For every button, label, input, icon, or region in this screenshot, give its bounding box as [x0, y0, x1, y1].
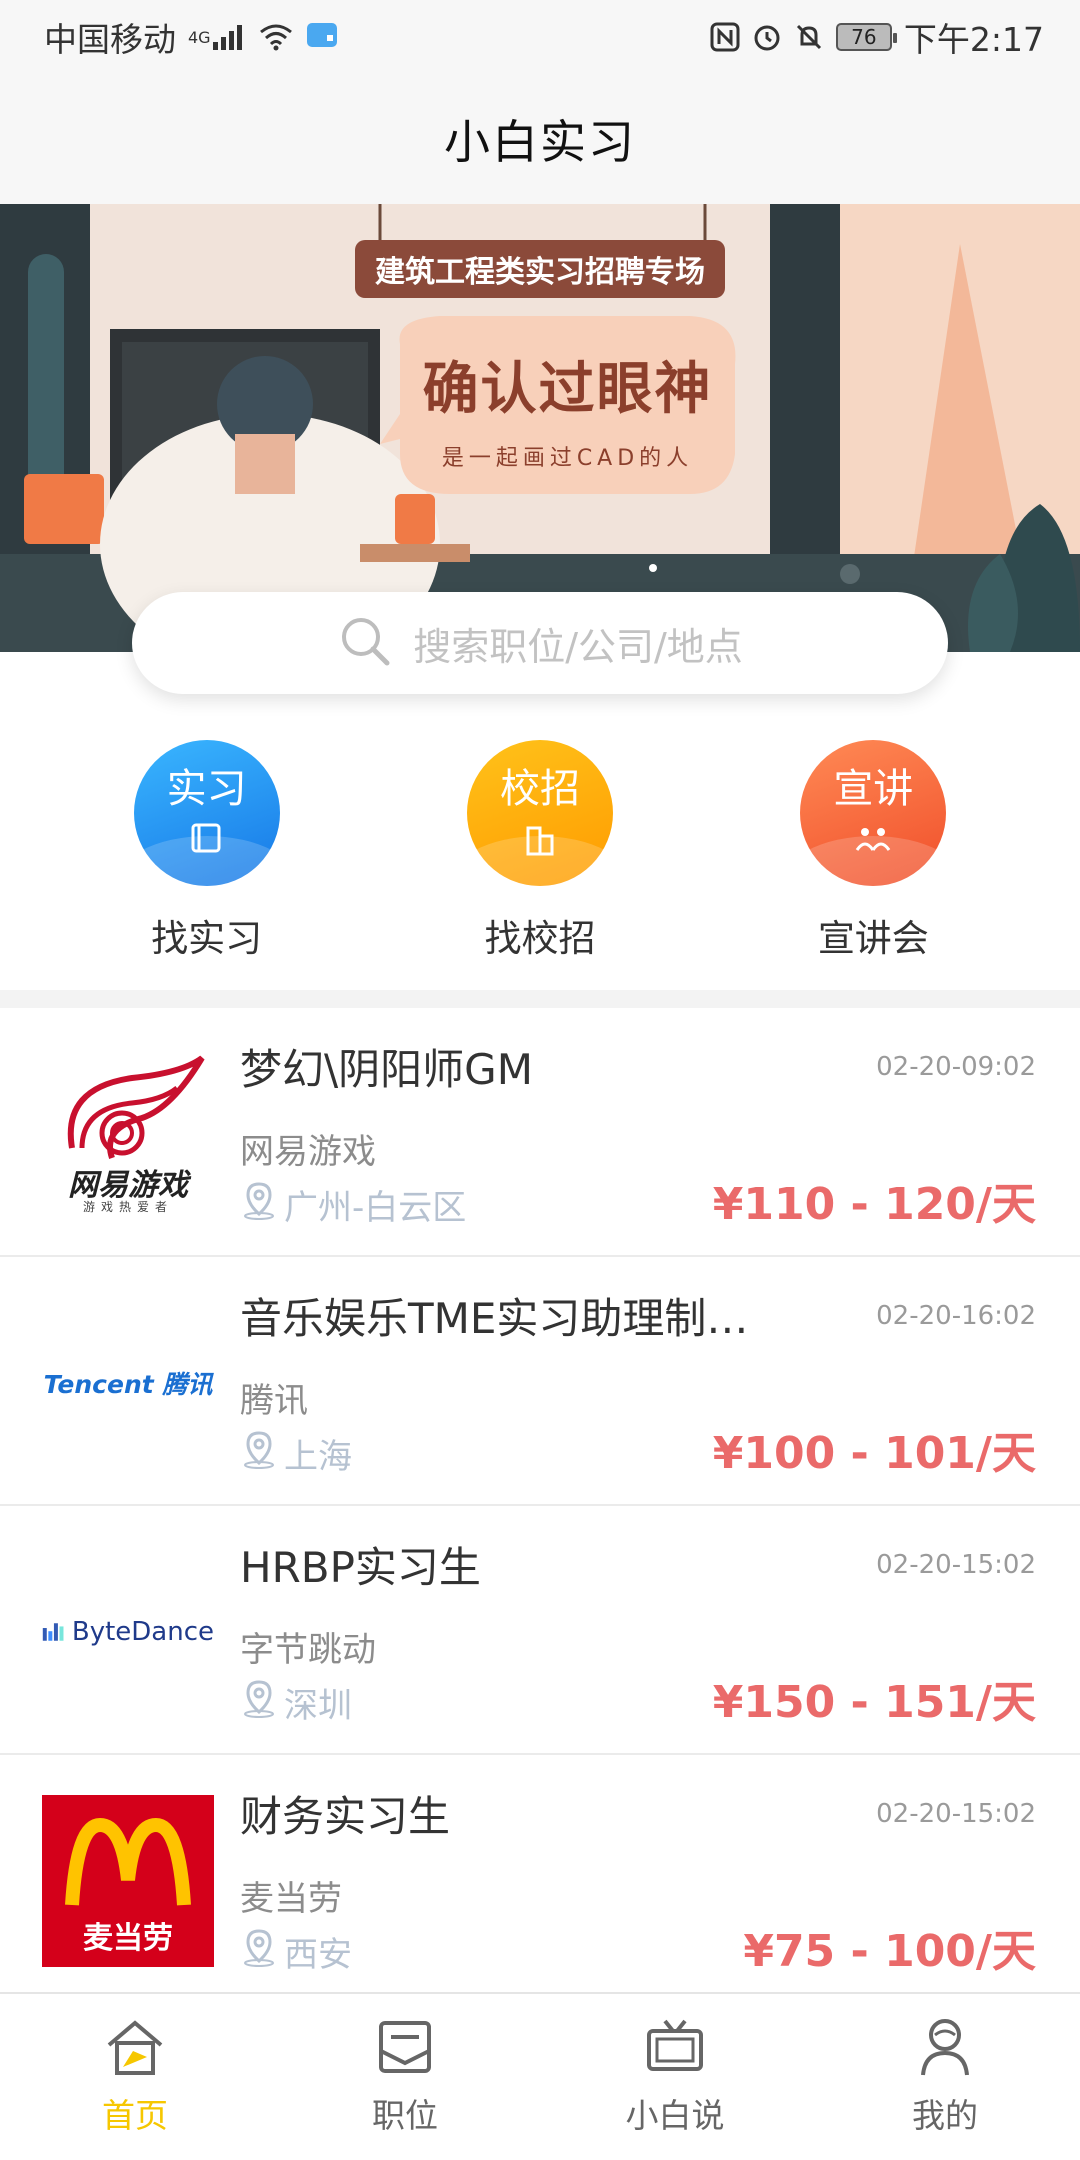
job-location: 西安: [240, 1927, 352, 1976]
job-card[interactable]: ByteDance HRBP实习生 02-20-15:02 字节跳动 深圳 ¥1…: [0, 1506, 1080, 1755]
search-icon: [337, 613, 393, 673]
location-pin-icon: [240, 1678, 278, 1727]
people-icon: [853, 822, 893, 860]
nfc-icon: [710, 22, 740, 52]
career-talk-label: 宣讲会: [817, 917, 929, 960]
carrier-label: 中国移动: [44, 20, 176, 59]
job-salary: ¥150 - 151/天: [712, 1677, 1036, 1728]
job-location: 深圳: [240, 1678, 352, 1727]
status-bar: 中国移动 4G 76 下午2:17: [0, 0, 1080, 74]
tab-xiaobai-talk[interactable]: 小白说: [575, 2017, 775, 2137]
tv-icon: [643, 2017, 707, 2081]
find-campus-recruit-label: 找校招: [484, 917, 596, 960]
bottom-tab-bar: 首页 职位 小白说 我的: [0, 1992, 1080, 2160]
job-salary: ¥110 - 120/天: [712, 1179, 1036, 1230]
job-company: 麦当劳: [240, 1879, 342, 1919]
building-icon: [522, 822, 558, 860]
job-salary: ¥100 - 101/天: [712, 1428, 1036, 1479]
job-title: HRBP实习生: [240, 1543, 481, 1592]
find-campus-recruit-button[interactable]: 校招 找校招: [430, 740, 650, 990]
banner-bubble-subtitle: 是一起画过CAD的人: [441, 446, 694, 471]
tab-profile-label: 我的: [912, 2096, 978, 2135]
location-pin-icon: [240, 1180, 278, 1229]
tab-jobs-label: 职位: [372, 2096, 438, 2135]
bytedance-logo: ByteDance: [42, 1546, 214, 1718]
job-location: 广州-白云区: [240, 1180, 466, 1229]
tab-jobs[interactable]: 职位: [305, 2017, 505, 2137]
quick-actions: 实习 找实习 校招 找校招 宣讲 宣讲会: [0, 740, 1080, 990]
signal-icon: 4G: [188, 24, 247, 50]
app-header: 小白实习: [0, 74, 1080, 204]
job-card[interactable]: Tencent 腾讯 音乐娱乐TME实习助理制… 02-20-16:02 腾讯 …: [0, 1257, 1080, 1506]
user-icon: [913, 2017, 977, 2081]
job-salary: ¥75 - 100/天: [743, 1926, 1036, 1977]
job-date: 02-20-16:02: [876, 1301, 1036, 1331]
home-icon: [103, 2017, 167, 2081]
search-bar[interactable]: 搜索职位/公司/地点: [132, 592, 948, 694]
location-pin-icon: [240, 1429, 278, 1478]
mute-bell-icon: [794, 22, 824, 52]
alarm-icon: [752, 22, 782, 52]
job-title: 财务实习生: [240, 1792, 451, 1841]
section-divider: [0, 990, 1080, 1008]
tab-home[interactable]: 首页: [35, 2017, 235, 2137]
job-card[interactable]: 网易游戏 游戏热爱者 梦幻\阴阳师GM 02-20-09:02 网易游戏 广州-…: [0, 1008, 1080, 1257]
job-company: 网易游戏: [240, 1132, 376, 1172]
campus-recruit-circle: 校招: [466, 740, 613, 886]
location-pin-icon: [240, 1927, 278, 1976]
career-talk-circle: 宣讲: [800, 740, 947, 886]
banner-bubble-title: 确认过眼神: [422, 357, 713, 422]
job-company: 腾讯: [240, 1381, 308, 1421]
job-title: 音乐娱乐TME实习助理制…: [240, 1294, 749, 1343]
job-icon: [373, 2017, 437, 2081]
internship-circle: 实习: [133, 740, 280, 886]
netease-logo: 网易游戏 游戏热爱者: [42, 1048, 214, 1220]
job-card[interactable]: 麦当劳 财务实习生 02-20-15:02 麦当劳 西安 ¥75 - 100/天: [0, 1755, 1080, 2004]
tab-home-label: 首页: [102, 2096, 168, 2135]
battery-icon: 76: [835, 23, 897, 51]
job-title: 梦幻\阴阳师GM: [240, 1045, 533, 1094]
job-location: 上海: [240, 1429, 352, 1478]
job-date: 02-20-09:02: [876, 1052, 1036, 1082]
banner-sign: 建筑工程类实习招聘专场: [375, 255, 705, 290]
career-talk-button[interactable]: 宣讲 宣讲会: [763, 740, 983, 990]
job-company: 字节跳动: [240, 1630, 376, 1670]
tab-xiaobai-talk-label: 小白说: [625, 2096, 725, 2135]
search-input[interactable]: 搜索职位/公司/地点: [413, 616, 743, 671]
mcdonalds-logo: 麦当劳: [42, 1795, 214, 1967]
find-internship-label: 找实习: [151, 917, 263, 960]
message-icon: [305, 21, 339, 53]
tab-profile[interactable]: 我的: [845, 2017, 1045, 2137]
wifi-icon: [259, 23, 293, 51]
job-date: 02-20-15:02: [876, 1550, 1036, 1580]
book-icon: [189, 822, 225, 860]
tencent-logo: Tencent 腾讯: [43, 1370, 213, 1399]
promo-banner[interactable]: 建筑工程类实习招聘专场 确认过眼神 是一起画过CAD的人: [0, 204, 1080, 652]
page-title: 小白实习: [444, 115, 636, 169]
clock: 下午2:17: [903, 20, 1044, 59]
job-date: 02-20-15:02: [876, 1799, 1036, 1829]
job-list: 网易游戏 游戏热爱者 梦幻\阴阳师GM 02-20-09:02 网易游戏 广州-…: [0, 1008, 1080, 2004]
find-internship-button[interactable]: 实习 找实习: [97, 740, 317, 990]
